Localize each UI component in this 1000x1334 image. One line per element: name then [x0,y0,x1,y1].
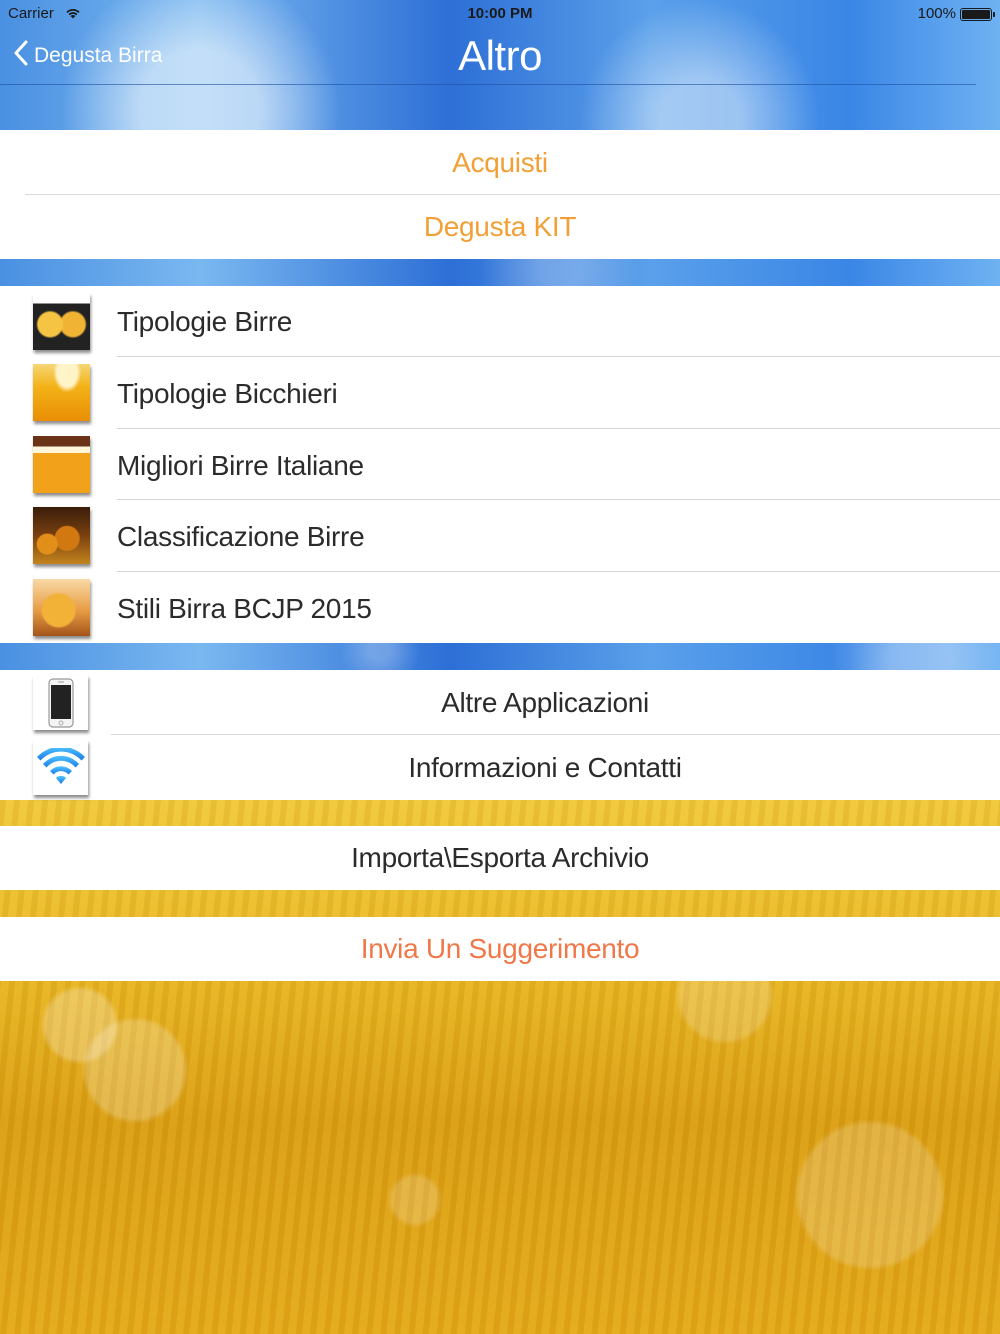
migliori-birre-label: Migliori Birre Italiane [117,450,364,481]
altre-applicazioni-row[interactable]: Altre Applicazioni [0,670,1000,735]
classificazione-birre-row[interactable]: Classificazione Birre [0,500,1000,572]
battery-icon [960,8,995,21]
acquisti-label: Acquisti [452,146,548,178]
wifi-icon [33,740,88,795]
acquisti-row[interactable]: Acquisti [0,130,1000,195]
beer-bottles-icon [33,507,90,564]
stili-birra-row[interactable]: Stili Birra BCJP 2015 [0,572,1000,643]
altre-applicazioni-label: Altre Applicazioni [441,686,649,718]
tipologie-bicchieri-row[interactable]: Tipologie Bicchieri [0,357,1000,429]
nav-divider [0,84,976,85]
importa-esporta-row[interactable]: Importa\Esporta Archivio [0,826,1000,890]
classificazione-birre-label: Classificazione Birre [117,521,365,552]
importa-esporta-label: Importa\Esporta Archivio [351,842,649,873]
feedback-group: Invia Un Suggerimento [0,917,1000,981]
apps-group: Altre Applicazioni Informazioni e Contat… [0,670,1000,800]
store-group: Acquisti Degusta KIT [0,130,1000,259]
beer-glass-icon [33,364,90,421]
beer-glasses-icon [33,293,90,350]
stili-birra-label: Stili Birra BCJP 2015 [117,593,372,624]
beer-stein-icon [33,579,90,636]
tipologie-bicchieri-label: Tipologie Bicchieri [117,378,338,409]
beer-mug-icon [33,436,90,493]
page-title: Altro [458,32,542,79]
beer-info-group: Tipologie Birre Tipologie Bicchieri Migl… [0,286,1000,643]
battery-percent: 100% [917,5,956,22]
informazioni-contatti-label: Informazioni e Contatti [408,751,682,783]
iphone-icon [33,675,88,730]
status-time: 10:00 PM [467,5,533,22]
status-bar: Carrier 10:00 PM 100% [0,0,1000,28]
migliori-birre-row[interactable]: Migliori Birre Italiane [0,429,1000,500]
degusta-kit-label: Degusta KIT [423,211,577,242]
tipologie-birre-row[interactable]: Tipologie Birre [0,286,1000,357]
tipologie-birre-label: Tipologie Birre [117,306,292,337]
invia-suggerimento-row[interactable]: Invia Un Suggerimento [0,917,1000,981]
invia-suggerimento-label: Invia Un Suggerimento [360,933,640,964]
archive-group: Importa\Esporta Archivio [0,826,1000,890]
informazioni-contatti-row[interactable]: Informazioni e Contatti [0,735,1000,800]
degusta-kit-row[interactable]: Degusta KIT [0,195,1000,259]
